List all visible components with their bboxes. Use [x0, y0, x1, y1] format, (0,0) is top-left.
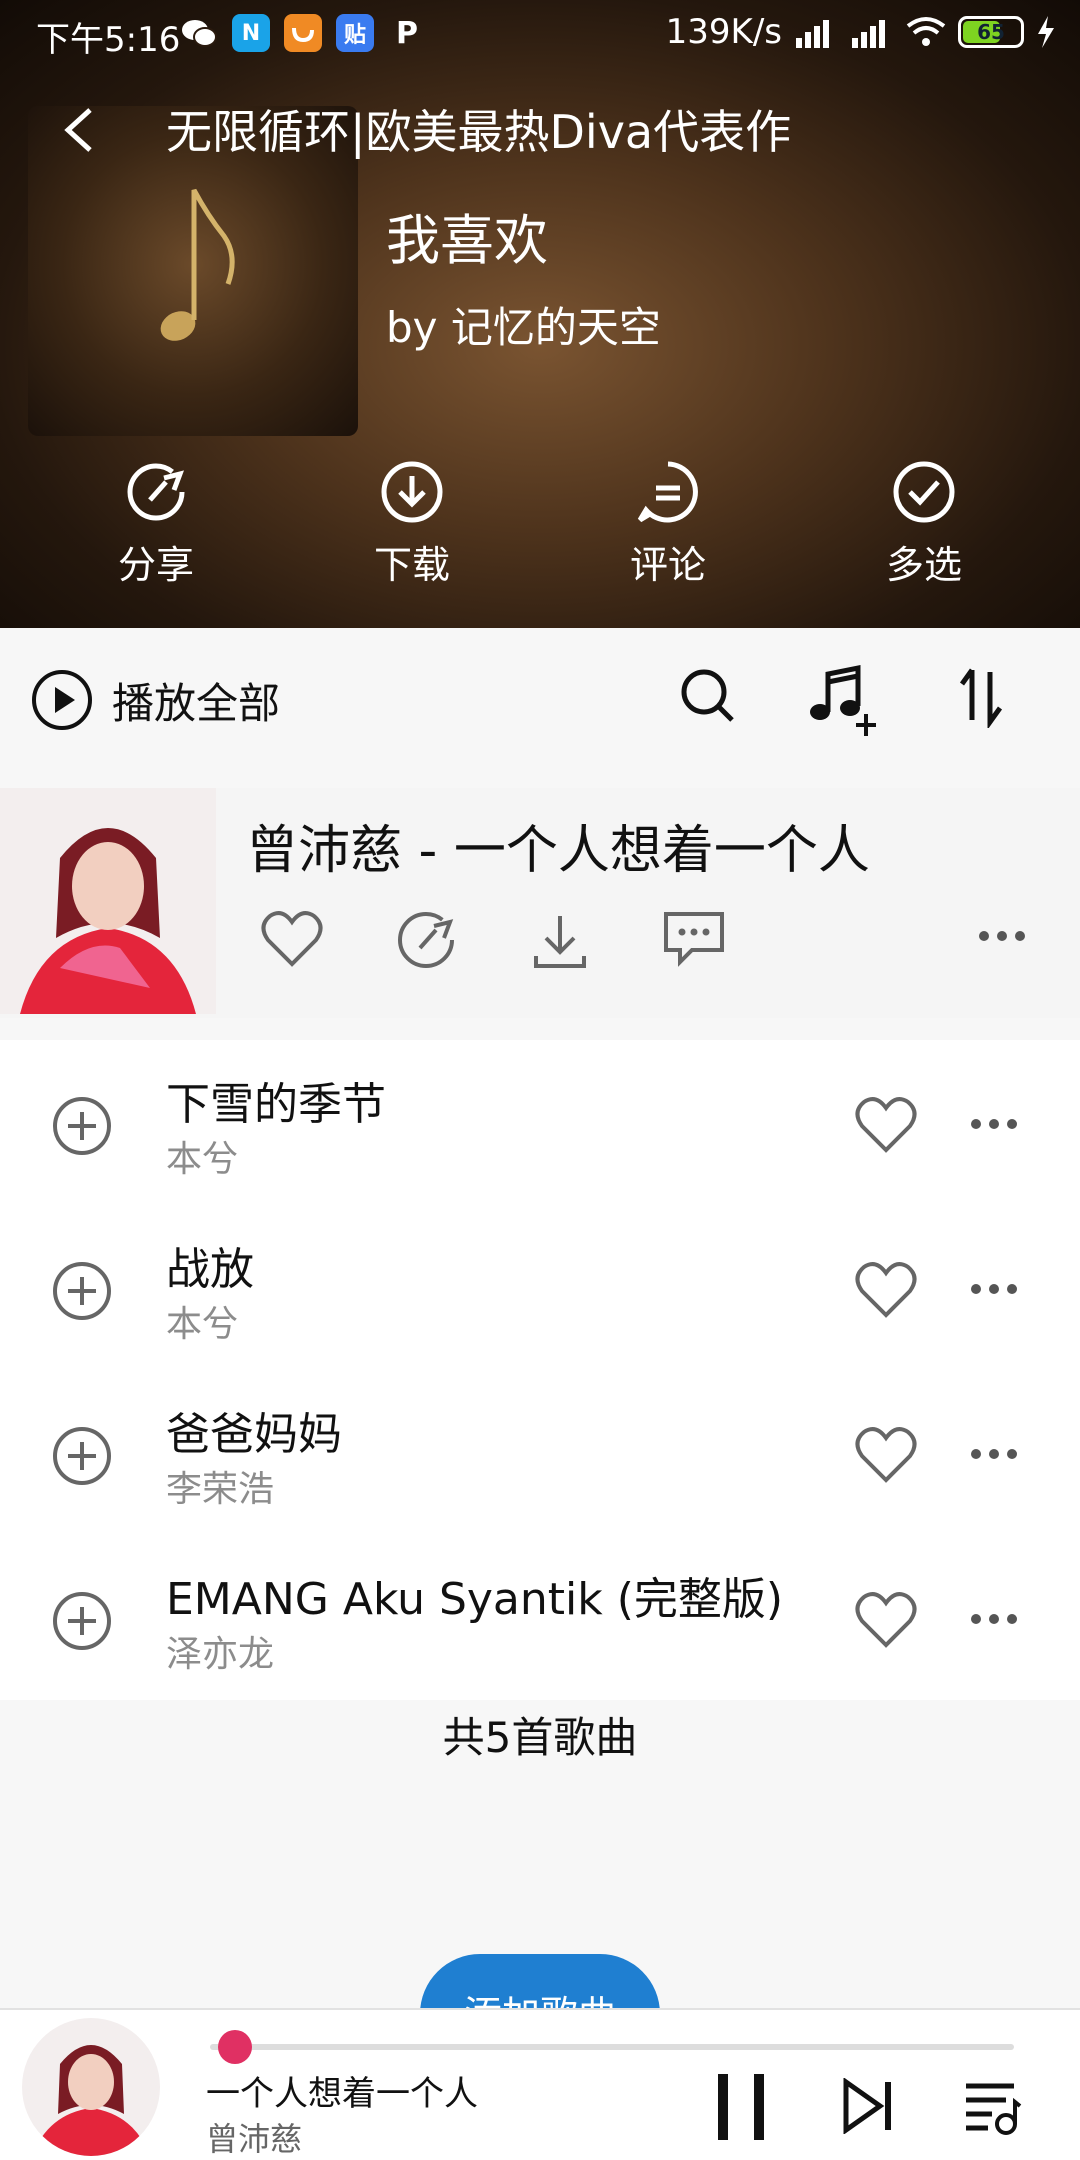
multiselect-label: 多选 — [885, 543, 962, 587]
play-all-icon[interactable] — [30, 668, 94, 732]
charging-icon — [1038, 16, 1054, 48]
like-icon[interactable] — [854, 1589, 918, 1649]
progress-bar[interactable] — [210, 2030, 1014, 2064]
current-song-card[interactable]: 曾沛慈 - 一个人想着一个人 — [0, 788, 1080, 1018]
list-item[interactable]: EMANG Aku Syantik (完整版) 泽亦龙 — [0, 1535, 1080, 1700]
song-count: 共5首歌曲 — [442, 1713, 638, 1762]
download-button[interactable]: 下载 — [312, 460, 512, 589]
share-button[interactable]: 分享 — [56, 460, 256, 589]
download-icon — [381, 461, 443, 523]
more-icon[interactable] — [978, 930, 1026, 942]
now-playing-artist: 曾沛慈 — [206, 2120, 303, 2158]
search-icon[interactable] — [676, 664, 740, 728]
list-item[interactable]: 下雪的季节 本兮 — [0, 1040, 1080, 1205]
more-icon[interactable] — [970, 1613, 1018, 1625]
like-icon[interactable] — [854, 1094, 918, 1154]
current-song-avatar — [0, 788, 216, 1014]
back-icon[interactable] — [52, 100, 112, 160]
add-icon[interactable] — [52, 1591, 112, 1651]
list-item[interactable]: 战放 本兮 — [0, 1205, 1080, 1370]
song-list: 下雪的季节 本兮 战放 本兮 爸爸妈妈 李荣浩 EMANG Aku Syanti… — [0, 1040, 1080, 1700]
n-app-icon: N — [232, 14, 270, 52]
uc-icon — [284, 14, 322, 52]
share-label: 分享 — [117, 543, 194, 587]
wifi-icon — [906, 17, 946, 46]
playlist-title: 无限循环|欧美最热Diva代表作 — [166, 105, 792, 159]
now-playing-avatar[interactable] — [22, 2018, 160, 2156]
song-title: 战放 — [166, 1244, 254, 1295]
battery-icon: 65 — [958, 16, 1024, 48]
p-app-icon: P — [396, 15, 418, 51]
more-icon[interactable] — [970, 1118, 1018, 1130]
song-artist: 本兮 — [166, 1139, 239, 1180]
add-icon[interactable] — [52, 1426, 112, 1486]
network-speed: 139K/s — [665, 12, 782, 52]
playlist-actions: 分享 下载 评论 多选 — [0, 460, 1080, 610]
pause-icon[interactable] — [714, 2072, 768, 2142]
status-app-icons: N 贴 P — [180, 14, 426, 52]
comment-icon[interactable] — [662, 908, 726, 968]
status-right: 139K/s 65 — [666, 12, 1056, 52]
more-icon[interactable] — [970, 1283, 1018, 1295]
wechat-icon — [180, 14, 218, 52]
comment-button[interactable]: 评论 — [568, 460, 768, 589]
song-artist: 泽亦龙 — [166, 1634, 275, 1675]
tieba-icon: 贴 — [336, 14, 374, 52]
signal-icon-2 — [852, 20, 885, 48]
add-icon[interactable] — [52, 1261, 112, 1321]
play-all-button[interactable]: 播放全部 — [112, 670, 280, 731]
multiselect-button[interactable]: 多选 — [824, 460, 1024, 589]
playlist-icon[interactable] — [962, 2080, 1022, 2136]
signal-icon — [796, 20, 829, 48]
download-icon[interactable] — [530, 910, 590, 970]
playlist-creator[interactable]: by 记忆的天空 — [386, 294, 661, 355]
add-icon[interactable] — [52, 1096, 112, 1156]
share-icon[interactable] — [394, 908, 458, 972]
like-icon[interactable] — [854, 1259, 918, 1319]
like-icon[interactable] — [260, 908, 324, 968]
playlist-page: 下午5:16 N 贴 P 139K/s 65 无限循环|欧美最热Diva代表作 … — [0, 0, 1080, 2160]
add-music-icon[interactable] — [806, 664, 880, 738]
song-artist: 本兮 — [166, 1304, 239, 1345]
list-item[interactable]: 爸爸妈妈 李荣浩 — [0, 1370, 1080, 1535]
song-title: EMANG Aku Syantik (完整版) — [166, 1574, 784, 1625]
comment-icon — [637, 461, 698, 523]
play-all-bar: 播放全部 — [0, 628, 1080, 768]
like-icon[interactable] — [854, 1424, 918, 1484]
status-bar: 下午5:16 N 贴 P 139K/s 65 — [0, 0, 1080, 66]
now-playing-title: 一个人想着一个人 — [206, 2074, 478, 2114]
status-time: 下午5:16 — [36, 20, 181, 60]
download-label: 下载 — [373, 543, 450, 587]
share-icon — [127, 463, 185, 521]
playlist-name: 我喜欢 — [386, 209, 548, 272]
song-title: 爸爸妈妈 — [166, 1409, 342, 1460]
playlist-header: 下午5:16 N 贴 P 139K/s 65 无限循环|欧美最热Diva代表作 … — [0, 0, 1080, 628]
sort-icon[interactable] — [952, 664, 1012, 728]
progress-knob[interactable] — [218, 2030, 252, 2064]
song-artist: 李荣浩 — [166, 1469, 275, 1510]
song-title: 下雪的季节 — [166, 1079, 386, 1130]
mini-player[interactable]: 一个人想着一个人 曾沛慈 — [0, 2008, 1080, 2160]
next-icon[interactable] — [840, 2078, 896, 2134]
multiselect-icon — [893, 461, 955, 523]
more-icon[interactable] — [970, 1448, 1018, 1460]
comment-label: 评论 — [629, 543, 706, 587]
current-song-title: 曾沛慈 - 一个人想着一个人 — [246, 821, 870, 881]
battery-level: 65 — [977, 20, 1005, 44]
